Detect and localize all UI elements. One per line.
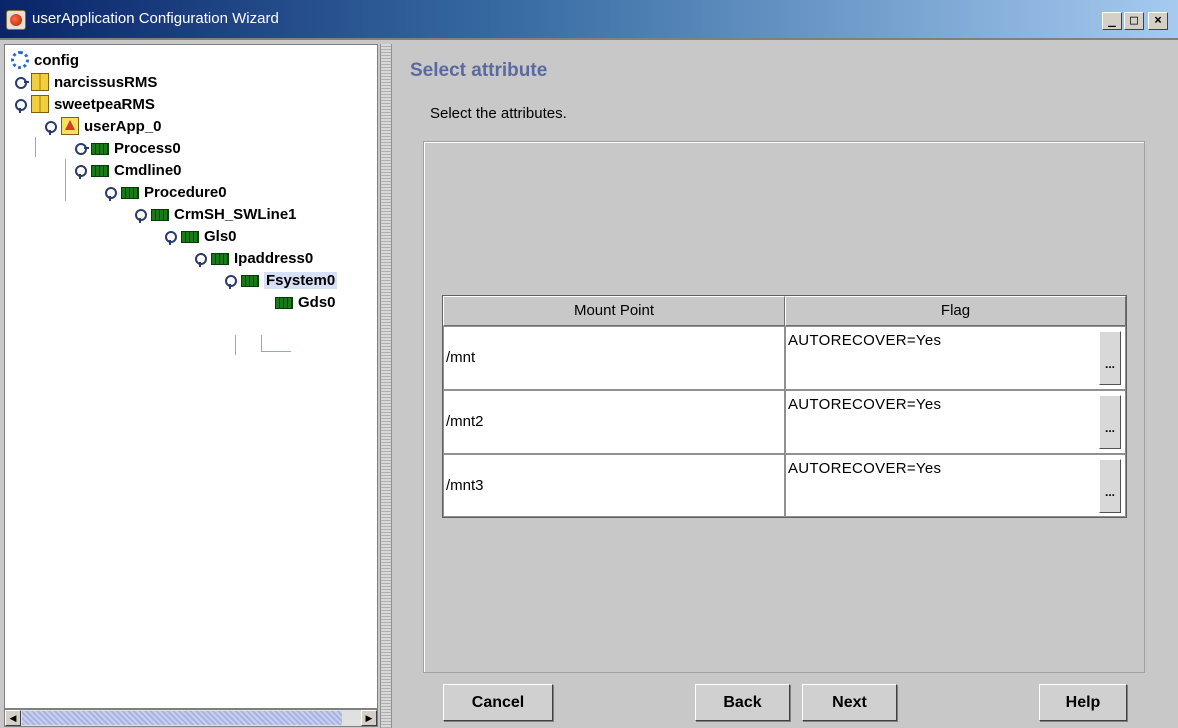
resource-tree[interactable]: config narcissusRMS sweetpeaRMS userApp_… [4,44,378,709]
page-title: Select attribute [410,60,548,81]
collapse-toggle-icon[interactable] [223,273,237,289]
collapse-toggle-icon[interactable] [73,163,87,179]
config-icon [11,51,29,69]
collapse-toggle-icon[interactable] [43,119,57,135]
tree-node-label: sweetpeaRMS [54,95,155,113]
tree-node-procedure0[interactable]: Procedure0 [103,181,227,203]
table-row-mount-point[interactable]: /mnt2 [443,390,785,454]
column-header-flag[interactable]: Flag [785,296,1126,326]
tree-node-crmsh-swline1[interactable]: CrmSH_SWLine1 [133,203,297,225]
tree-node-config[interactable]: config [11,49,79,71]
tree-node-label: Procedure0 [144,183,227,201]
cancel-button[interactable]: Cancel [443,684,553,721]
next-button[interactable]: Next [802,684,897,721]
tree-node-process0[interactable]: Process0 [73,137,181,159]
resource-icon [241,275,259,287]
tree-node-label: userApp_0 [84,117,162,135]
title-bar[interactable]: userApplication Configuration Wizard _ □… [0,0,1178,40]
mount-point-value: /mnt2 [446,413,484,430]
close-button[interactable]: × [1148,12,1168,30]
scroll-right-icon[interactable]: ▶ [361,710,377,726]
resource-icon [181,231,199,243]
resource-icon [91,143,109,155]
collapse-toggle-icon[interactable] [133,207,147,223]
tree-node-label: Gls0 [204,227,237,245]
mount-point-value: /mnt [446,349,476,366]
table-row-mount-point[interactable]: /mnt [443,326,785,390]
collapse-toggle-icon[interactable] [13,97,27,113]
scroll-left-icon[interactable]: ◀ [5,710,21,726]
minimize-button[interactable]: _ [1102,12,1122,30]
tree-node-narcissusrms[interactable]: narcissusRMS [13,71,157,93]
flag-value: AUTORECOVER=Yes [788,396,942,413]
tree-node-label: Fsystem0 [264,271,338,289]
flag-value: AUTORECOVER=Yes [788,332,942,349]
attribute-table[interactable]: Mount Point Flag /mnt AUTORECOVER=Yes ..… [442,295,1127,518]
resource-icon [211,253,229,265]
table-row-flag[interactable]: AUTORECOVER=Yes ... [785,454,1126,517]
tree-node-label: Gds0 [298,293,336,311]
edit-flag-button[interactable]: ... [1099,331,1121,385]
resource-icon [121,187,139,199]
userapp-icon [61,117,79,135]
scroll-thumb[interactable] [22,711,342,725]
tree-node-gls0[interactable]: Gls0 [163,225,237,247]
flag-value: AUTORECOVER=Yes [788,460,942,477]
tree-node-userapp[interactable]: userApp_0 [43,115,162,137]
resource-icon [91,165,109,177]
back-button[interactable]: Back [695,684,790,721]
server-icon [31,73,49,91]
mount-point-value: /mnt3 [446,477,484,494]
expand-toggle-icon[interactable] [73,141,89,155]
tree-node-label: narcissusRMS [54,73,158,91]
resource-icon [151,209,169,221]
window-title: userApplication Configuration Wizard [32,10,279,27]
table-row-flag[interactable]: AUTORECOVER=Yes ... [785,326,1126,390]
table-row-mount-point[interactable]: /mnt3 [443,454,785,517]
collapse-toggle-icon[interactable] [163,229,177,245]
tree-node-fsystem0[interactable]: Fsystem0 [223,269,338,291]
resource-icon [275,297,293,309]
panel-splitter[interactable] [380,44,392,728]
column-header-mount-point[interactable]: Mount Point [443,296,785,326]
tree-node-label: CrmSH_SWLine1 [174,205,297,223]
instruction-text: Select the attributes. [430,105,567,122]
maximize-button[interactable]: □ [1124,12,1144,30]
tree-node-label: Cmdline0 [114,161,182,179]
tree-horizontal-scrollbar[interactable]: ◀ ▶ [4,709,378,727]
tree-node-cmdline0[interactable]: Cmdline0 [73,159,182,181]
tree-node-ipaddress0[interactable]: Ipaddress0 [193,247,313,269]
help-button[interactable]: Help [1039,684,1127,721]
collapse-toggle-icon[interactable] [103,185,117,201]
tree-node-sweetpearms[interactable]: sweetpeaRMS [13,93,155,115]
server-icon [31,95,49,113]
collapse-toggle-icon[interactable] [193,251,207,267]
tree-node-label: Ipaddress0 [234,249,314,267]
app-icon [6,10,26,30]
tree-node-label: config [34,51,79,69]
expand-toggle-icon[interactable] [13,75,29,89]
table-row-flag[interactable]: AUTORECOVER=Yes ... [785,390,1126,454]
tree-node-gds0[interactable]: Gds0 [275,291,336,313]
edit-flag-button[interactable]: ... [1099,459,1121,513]
edit-flag-button[interactable]: ... [1099,395,1121,449]
tree-node-label: Process0 [114,139,181,157]
